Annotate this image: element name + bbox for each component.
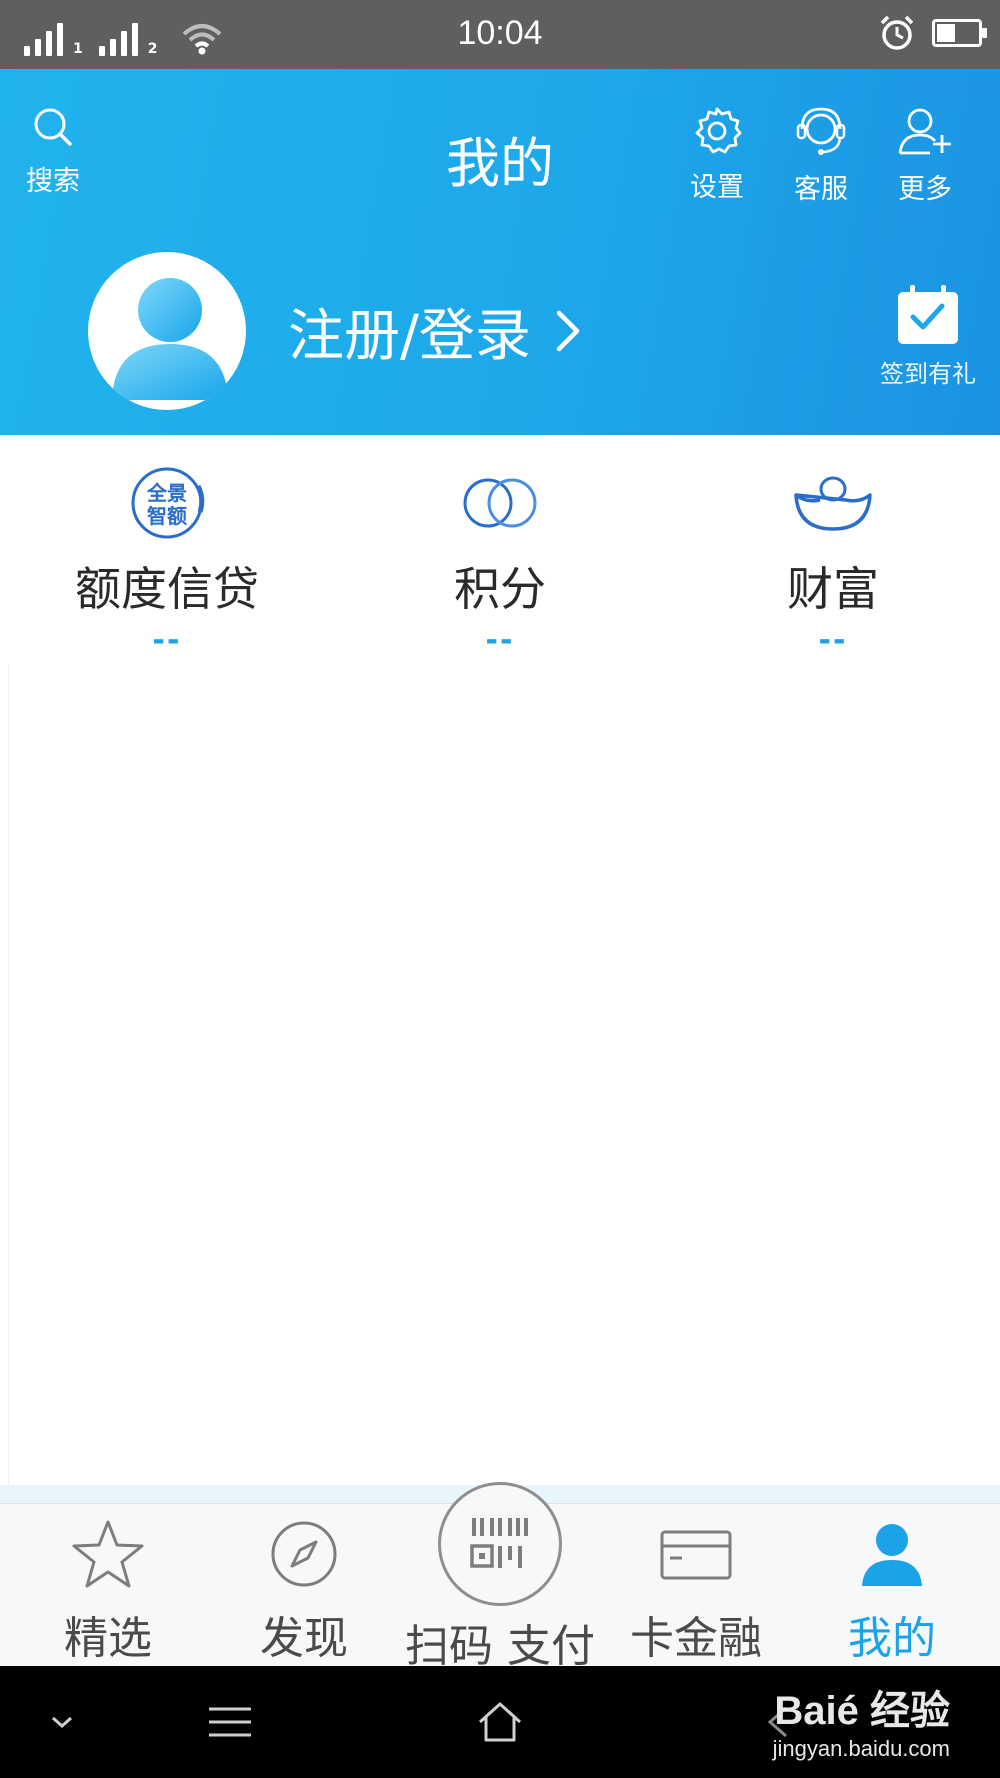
compass-icon — [271, 1521, 337, 1587]
clock: 10:04 — [457, 14, 543, 52]
tab-card-finance[interactable]: 卡金融 — [596, 1518, 796, 1666]
points-value: -- — [485, 623, 515, 658]
badge-text-line2: 智额 — [147, 504, 187, 528]
daily-signin-button[interactable]: 签到有礼 — [880, 284, 976, 389]
tab-mine[interactable]: 我的 — [792, 1518, 992, 1666]
scan-pay-button[interactable] — [438, 1482, 562, 1606]
headset-icon — [796, 107, 846, 155]
tab-card-finance-label: 卡金融 — [630, 1613, 762, 1664]
svg-text:智额: 智额 — [147, 504, 187, 528]
content-area — [8, 665, 1000, 1485]
chevron-down-icon — [52, 1716, 72, 1729]
credit-limit-item[interactable]: 全景 智额 额度信贷 -- — [0, 463, 334, 658]
calendar-check-icon — [898, 285, 958, 344]
system-navigation-bar: Baié 经验 jingyan.baidu.com — [0, 1666, 1000, 1778]
home-button[interactable] — [460, 1666, 540, 1778]
gear-icon — [695, 107, 742, 154]
alarm-icon — [880, 15, 914, 50]
qr-scan-icon — [470, 1518, 528, 1568]
chevron-right-icon — [556, 310, 580, 352]
profile-header: 搜索 我的 设置 客服 更多 注册/登录 签到有礼 — [0, 69, 1000, 435]
user-avatar-icon — [112, 278, 228, 400]
menu-icon — [209, 1707, 251, 1737]
add-user-icon — [898, 108, 951, 155]
wealth-value: -- — [818, 623, 848, 658]
credit-limit-label: 额度信贷 — [75, 562, 259, 616]
tab-discover[interactable]: 发现 — [204, 1518, 404, 1666]
badge-text-line1: 全景 — [146, 481, 187, 505]
wealth-item[interactable]: 财富 -- — [666, 463, 1000, 658]
login-row[interactable]: 注册/登录 — [88, 252, 581, 410]
tab-featured[interactable]: 精选 — [8, 1518, 208, 1666]
tab-mine-label: 我的 — [848, 1613, 936, 1664]
collapse-button[interactable] — [30, 1666, 94, 1778]
settings-button[interactable]: 设置 — [690, 105, 744, 204]
more-button[interactable]: 更多 — [896, 105, 954, 206]
customer-service-label: 客服 — [794, 174, 848, 205]
avatar[interactable] — [88, 252, 246, 410]
signin-label: 签到有礼 — [880, 360, 976, 388]
page-title: 我的 — [446, 132, 554, 195]
quanjing-zhie-badge-icon: 全景 智额 — [131, 467, 205, 539]
watermark-logo: Baié 经验 — [774, 1689, 950, 1733]
status-bar: 1 2 10:04 — [0, 0, 1000, 69]
customer-service-button[interactable]: 客服 — [793, 105, 849, 206]
home-icon — [478, 1702, 522, 1742]
gold-ingot-icon — [794, 476, 872, 531]
watermark-url: jingyan.baidu.com — [772, 1736, 950, 1761]
points-label: 积分 — [454, 562, 546, 616]
user-filled-icon — [862, 1524, 922, 1586]
card-icon — [660, 1530, 732, 1580]
battery-icon — [932, 19, 987, 47]
tab-scan-pay-label[interactable]: 扫码 支付 — [380, 1610, 620, 1674]
settings-label: 设置 — [690, 172, 744, 203]
more-label: 更多 — [898, 174, 952, 205]
points-item[interactable]: 积分 -- — [333, 463, 667, 658]
bottom-tab-bar: 精选 发现 扫码 支付 卡金融 我的 — [0, 1482, 1000, 1672]
asset-summary: 全景 智额 额度信贷 -- 积分 -- 财富 -- — [0, 435, 1000, 665]
tab-featured-label: 精选 — [64, 1613, 152, 1664]
credit-limit-value: -- — [152, 623, 182, 658]
tab-discover-label: 发现 — [260, 1613, 348, 1664]
star-icon — [72, 1520, 144, 1588]
baidu-jingyan-watermark: Baié 经验 jingyan.baidu.com — [773, 1678, 950, 1762]
wealth-label: 财富 — [787, 562, 879, 616]
login-link[interactable]: 注册/登录 — [288, 291, 531, 372]
points-rings-icon — [463, 478, 537, 528]
svg-text:全景: 全景 — [146, 481, 187, 505]
menu-button[interactable] — [190, 1666, 270, 1778]
